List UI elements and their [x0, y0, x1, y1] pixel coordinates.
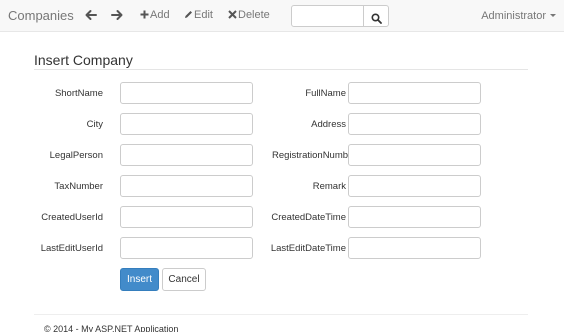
caret-down-icon — [550, 14, 556, 17]
address-input[interactable] — [348, 113, 481, 135]
page-title: Insert Company — [34, 52, 133, 68]
pencil-icon — [184, 10, 193, 19]
search-icon — [364, 12, 388, 24]
last-edit-date-time-input[interactable] — [348, 237, 481, 259]
search-input[interactable] — [291, 5, 364, 27]
created-user-id-input[interactable] — [120, 206, 253, 228]
registration-number-label: RegistrationNumber — [272, 150, 348, 161]
address-label: Address — [311, 119, 346, 130]
add-button[interactable]: Add — [140, 9, 170, 21]
title-divider — [34, 69, 528, 70]
last-edit-user-id-input[interactable] — [120, 237, 253, 259]
add-label: Add — [150, 9, 170, 21]
full-name-input[interactable] — [348, 82, 481, 104]
navbar: Companies Add Edit Delete Administrator — [0, 0, 564, 32]
user-menu[interactable]: Administrator — [481, 10, 556, 22]
city-label: City — [86, 119, 103, 130]
last-edit-user-id-label: LastEditUserId — [40, 243, 103, 254]
tax-number-input[interactable] — [120, 175, 253, 197]
cancel-button[interactable]: Cancel — [162, 268, 206, 291]
plus-icon — [140, 10, 149, 19]
footer-divider — [34, 314, 528, 315]
short-name-input[interactable] — [120, 82, 253, 104]
delete-button[interactable]: Delete — [228, 9, 270, 21]
arrow-left-icon[interactable] — [85, 7, 99, 23]
remark-label: Remark — [312, 181, 346, 192]
insert-button[interactable]: Insert — [120, 268, 159, 291]
delete-label: Delete — [238, 9, 270, 21]
created-user-id-label: CreatedUserId — [41, 212, 103, 223]
x-icon — [228, 10, 237, 19]
legal-person-label: LegalPerson — [49, 150, 103, 161]
edit-button[interactable]: Edit — [184, 9, 213, 21]
created-date-time-input[interactable] — [348, 206, 481, 228]
remark-input[interactable] — [348, 175, 481, 197]
last-edit-date-time-label: LastEditDateTime — [270, 243, 346, 254]
edit-label: Edit — [194, 9, 213, 21]
arrow-right-icon[interactable] — [111, 7, 125, 23]
city-input[interactable] — [120, 113, 253, 135]
created-date-time-label: CreatedDateTime — [271, 212, 346, 223]
tax-number-label: TaxNumber — [54, 181, 103, 192]
short-name-label: ShortName — [54, 88, 103, 99]
legal-person-input[interactable] — [120, 144, 253, 166]
navbar-brand[interactable]: Companies — [8, 8, 74, 23]
footer-copyright: © 2014 - My ASP.NET Application — [44, 324, 179, 332]
user-menu-label: Administrator — [481, 10, 546, 22]
full-name-label: FullName — [305, 88, 346, 99]
registration-number-input[interactable] — [348, 144, 481, 166]
search-button[interactable] — [363, 5, 389, 27]
